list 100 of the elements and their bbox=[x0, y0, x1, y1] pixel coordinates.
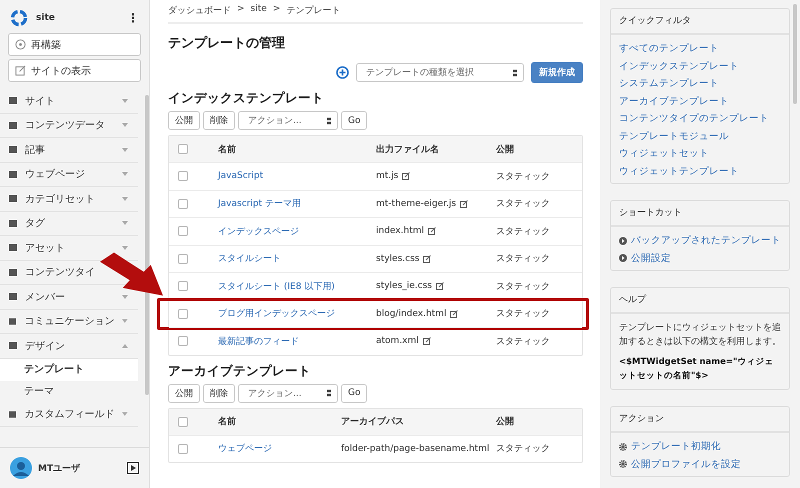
table-cell-text: スタティック bbox=[496, 308, 550, 320]
table-cell: folder-path/page-basename.html bbox=[341, 444, 490, 454]
action-select[interactable]: アクション... bbox=[238, 384, 338, 402]
section-heading: アーカイブテンプレート bbox=[168, 362, 312, 380]
checkbox[interactable] bbox=[178, 171, 188, 182]
chevron-icon[interactable] bbox=[122, 344, 128, 348]
add-icon[interactable] bbox=[336, 66, 349, 79]
checkbox[interactable] bbox=[178, 144, 188, 154]
filter-link[interactable]: システムテンプレート bbox=[619, 75, 781, 92]
go-button[interactable]: Go bbox=[341, 111, 368, 130]
checkbox[interactable] bbox=[178, 416, 188, 426]
template-link[interactable]: スタイルシート (IE8 以下用) bbox=[218, 282, 335, 292]
filter-link[interactable]: すべてのテンプレート bbox=[619, 40, 781, 58]
nav-subitem[interactable]: テーマ bbox=[0, 380, 138, 402]
menu-icon[interactable]: ⋮ bbox=[127, 11, 139, 25]
template-link[interactable]: JavaScript bbox=[218, 171, 264, 182]
target-icon bbox=[15, 39, 26, 50]
checkbox[interactable] bbox=[178, 444, 188, 454]
square-icon bbox=[9, 410, 16, 418]
external-link-icon[interactable] bbox=[428, 227, 436, 236]
chevron-icon[interactable] bbox=[122, 294, 128, 299]
shortcut-link[interactable]: 公開プロファイルを設定 bbox=[631, 456, 741, 473]
template-link[interactable]: ブログ用インデックスページ bbox=[218, 309, 335, 320]
chevron-icon[interactable] bbox=[122, 221, 128, 226]
template-link[interactable]: スタイルシート bbox=[218, 254, 281, 264]
nav-item[interactable]: コンテンツタイ bbox=[25, 265, 95, 280]
filter-link[interactable]: テンプレートモジュール bbox=[619, 128, 781, 145]
nav-item[interactable]: デザイン bbox=[25, 338, 65, 353]
widget-title: クイックフィルタ bbox=[611, 9, 789, 35]
external-link-icon[interactable] bbox=[422, 337, 431, 346]
filter-link[interactable]: ウィジェットテンプレート bbox=[619, 162, 781, 180]
template-type-select[interactable]: テンプレートの種類を選択 bbox=[356, 63, 524, 82]
scrollbar[interactable] bbox=[145, 95, 149, 395]
create-button[interactable]: 新規作成 bbox=[531, 62, 583, 83]
chevron-icon[interactable] bbox=[122, 412, 128, 416]
external-link-icon[interactable] bbox=[436, 282, 444, 290]
chevron-icon[interactable] bbox=[122, 123, 128, 128]
breadcrumb-item[interactable]: テンプレート bbox=[286, 4, 340, 17]
nav-item[interactable]: アセット bbox=[25, 240, 65, 255]
filter-link[interactable]: ウィジェットセット bbox=[619, 145, 781, 162]
square-icon bbox=[9, 293, 17, 300]
avatar-icon bbox=[10, 457, 32, 479]
chevron-icon[interactable] bbox=[122, 172, 128, 176]
chevron-icon[interactable] bbox=[122, 148, 128, 152]
action-button[interactable]: 削除 bbox=[203, 111, 235, 130]
shortcut-link[interactable]: バックアップされたテンプレート bbox=[631, 232, 781, 250]
nav-item[interactable]: カスタムフィールド bbox=[24, 407, 114, 422]
scrollbar[interactable] bbox=[793, 4, 797, 104]
nav-item[interactable]: 記事 bbox=[25, 142, 45, 157]
chevron-icon[interactable] bbox=[122, 319, 128, 324]
external-link-icon[interactable] bbox=[460, 200, 468, 208]
checkbox[interactable] bbox=[178, 281, 188, 292]
template-link[interactable]: インデックスページ bbox=[218, 226, 299, 237]
action-button[interactable]: 削除 bbox=[203, 384, 235, 402]
nav-item[interactable]: メンバー bbox=[25, 290, 65, 304]
filter-link[interactable]: アーカイブテンプレート bbox=[619, 92, 781, 110]
shortcut-link[interactable]: テンプレート初期化 bbox=[631, 438, 721, 456]
nav-item[interactable]: タグ bbox=[25, 216, 45, 230]
nav-item[interactable]: コミュニケーション bbox=[24, 314, 114, 328]
breadcrumb-item[interactable]: site bbox=[250, 4, 267, 17]
template-link[interactable]: ウェブページ bbox=[218, 444, 272, 454]
sidebar-button[interactable]: 再構築 bbox=[8, 33, 141, 56]
template-link[interactable]: Javascript テーマ用 bbox=[218, 199, 301, 210]
go-button[interactable]: Go bbox=[341, 384, 368, 402]
nav-item[interactable]: カテゴリセット bbox=[25, 192, 95, 206]
checkbox[interactable] bbox=[178, 254, 188, 264]
action-button[interactable]: 公開 bbox=[168, 111, 200, 130]
template-link[interactable]: 最新記事のフィード bbox=[218, 336, 299, 347]
action-select[interactable]: アクション... bbox=[238, 111, 338, 130]
breadcrumb-item[interactable]: ダッシュボード bbox=[168, 4, 231, 17]
chevron-icon[interactable] bbox=[122, 246, 128, 250]
square-icon bbox=[9, 122, 17, 129]
nav-item[interactable]: サイト bbox=[25, 94, 55, 108]
table-cell: blog/index.html bbox=[376, 308, 446, 319]
sidebar-button[interactable]: サイトの表示 bbox=[8, 59, 141, 82]
play-icon[interactable] bbox=[127, 462, 139, 474]
filter-link[interactable]: コンテンツタイプのテンプレート bbox=[619, 110, 781, 128]
action-button[interactable]: 公開 bbox=[168, 384, 200, 402]
filter-link[interactable]: インデックステンプレート bbox=[619, 58, 781, 75]
nav-item[interactable]: ウェブページ bbox=[25, 167, 85, 182]
checkbox[interactable] bbox=[178, 198, 188, 209]
chevron-icon[interactable] bbox=[122, 98, 128, 103]
arrow-circle-icon bbox=[619, 254, 627, 262]
table-cell: mt.js bbox=[376, 171, 398, 182]
column-header: 公開 bbox=[496, 144, 514, 156]
code-snippet: <$MTWidgetSet name="ウィジェットセットの名前"$> bbox=[619, 356, 774, 383]
checkbox[interactable] bbox=[178, 226, 188, 236]
nav-item[interactable]: コンテンツデータ bbox=[25, 118, 105, 132]
widget-title: ヘルプ bbox=[611, 288, 789, 314]
checkbox[interactable] bbox=[178, 336, 188, 346]
external-link-icon[interactable] bbox=[402, 172, 410, 180]
nav-subitem[interactable]: テンプレート bbox=[0, 358, 138, 380]
checkbox[interactable] bbox=[178, 308, 188, 319]
breadcrumb-separator: > bbox=[272, 4, 280, 16]
shortcut-link[interactable]: 公開設定 bbox=[631, 250, 671, 267]
external-link-icon[interactable] bbox=[450, 310, 458, 318]
chevron-icon[interactable] bbox=[122, 196, 128, 201]
column-header: 名前 bbox=[218, 144, 237, 156]
square-icon bbox=[9, 268, 17, 276]
external-link-icon[interactable] bbox=[423, 254, 432, 263]
